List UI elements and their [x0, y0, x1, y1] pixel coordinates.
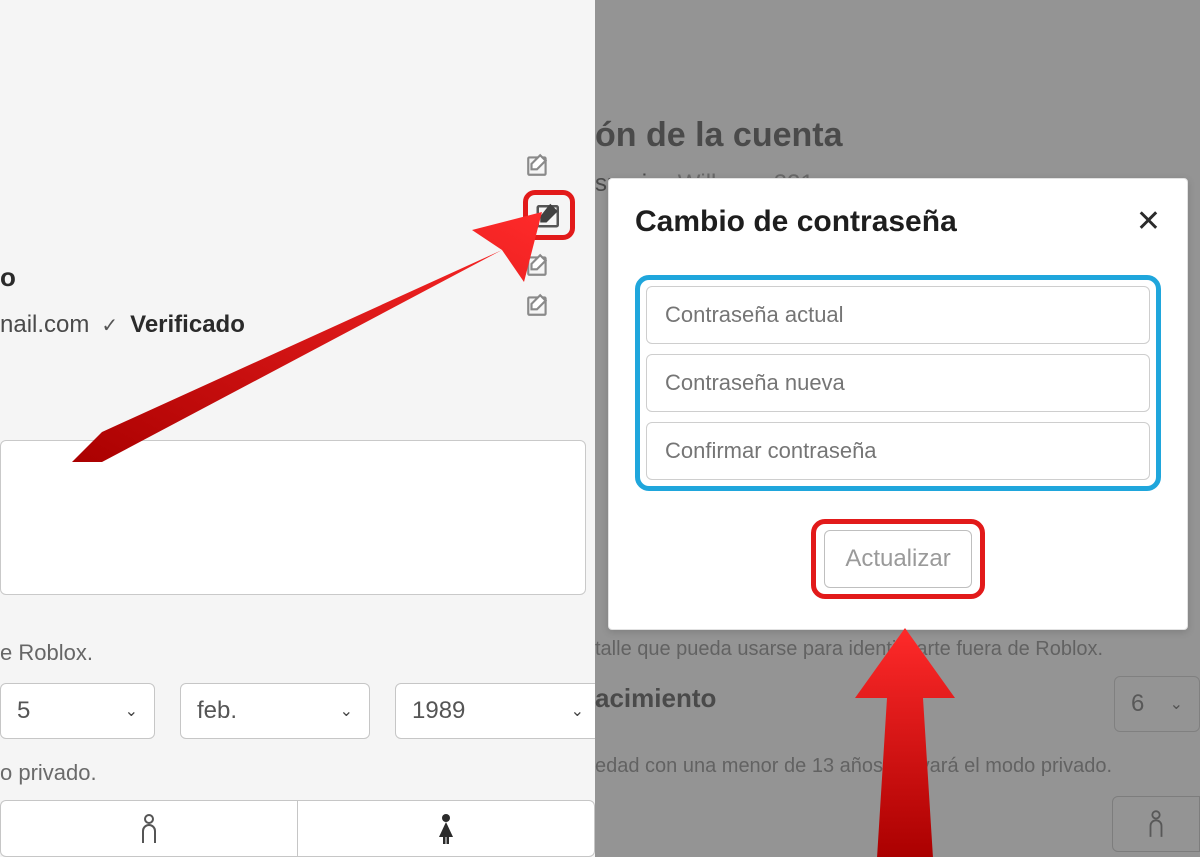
- female-icon: [434, 813, 458, 845]
- new-password-input[interactable]: [646, 354, 1150, 412]
- update-button-highlight: Actualizar: [811, 519, 984, 599]
- dob-row: 5 ⌄ feb. ⌄ 1989 ⌄: [0, 683, 601, 739]
- edit-icons-column: [523, 150, 575, 320]
- dob-month-value: feb.: [197, 697, 237, 725]
- private-mode-fragment: o privado.: [0, 760, 97, 786]
- chevron-down-icon: ⌄: [125, 701, 138, 721]
- description-textarea[interactable]: [0, 440, 586, 595]
- change-password-modal: Cambio de contraseña ✕ Actualizar: [608, 178, 1188, 630]
- right-settings-panel: ón de la cuenta suario: Willymay321 tall…: [595, 0, 1200, 857]
- dob-day-select[interactable]: 5 ⌄: [0, 683, 155, 739]
- password-inputs-highlight: [635, 275, 1161, 491]
- email-fragment: nail.com: [0, 311, 89, 339]
- chevron-down-icon: ⌄: [340, 701, 353, 721]
- current-password-input[interactable]: [646, 286, 1150, 344]
- dob-day-value: 5: [17, 697, 30, 725]
- left-settings-panel: o nail.com ✓ Verificado e Roblox. 5 ⌄ fe…: [0, 0, 595, 857]
- edit-icon-3[interactable]: [523, 250, 553, 280]
- section-heading-fragment: o: [0, 262, 16, 293]
- close-icon[interactable]: ✕: [1136, 207, 1161, 237]
- dob-year-value: 1989: [412, 697, 465, 725]
- email-row: nail.com ✓ Verificado: [0, 311, 245, 339]
- check-icon: ✓: [101, 313, 118, 338]
- edit-password-icon-highlight[interactable]: [523, 190, 575, 240]
- male-icon: [137, 813, 161, 845]
- verified-label: Verificado: [130, 311, 245, 339]
- dob-month-select[interactable]: feb. ⌄: [180, 683, 370, 739]
- chevron-down-icon: ⌄: [571, 701, 584, 721]
- update-button[interactable]: Actualizar: [824, 530, 971, 588]
- gender-female-button[interactable]: [297, 800, 595, 857]
- edit-icon-1[interactable]: [523, 150, 553, 180]
- gender-male-button[interactable]: [0, 800, 297, 857]
- update-button-wrap: Actualizar: [635, 519, 1161, 599]
- confirm-password-input[interactable]: [646, 422, 1150, 480]
- edit-icon-4[interactable]: [523, 290, 553, 320]
- dob-year-select[interactable]: 1989 ⌄: [395, 683, 601, 739]
- gender-selector: [0, 800, 595, 857]
- modal-title: Cambio de contraseña: [635, 205, 957, 239]
- roblox-note-fragment: e Roblox.: [0, 640, 93, 666]
- modal-header: Cambio de contraseña ✕: [635, 205, 1161, 239]
